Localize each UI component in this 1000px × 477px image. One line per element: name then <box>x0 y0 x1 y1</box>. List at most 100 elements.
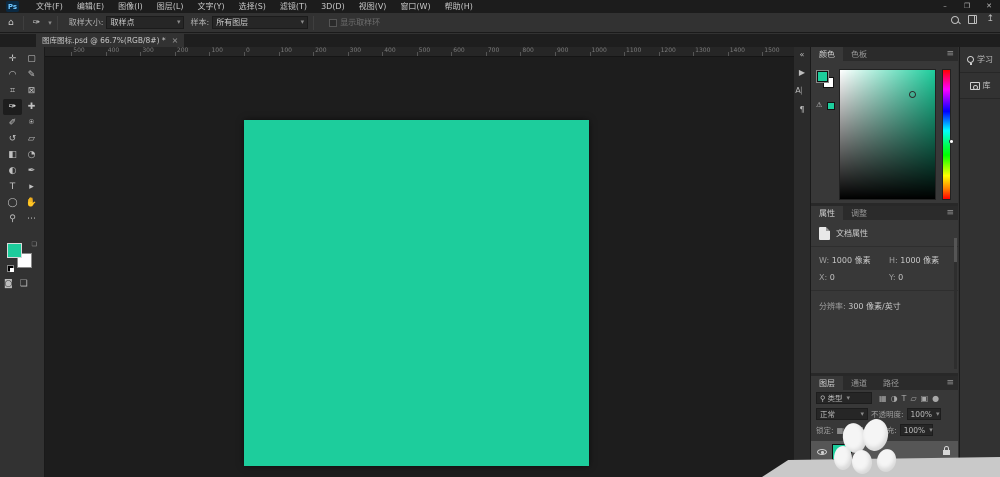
switch-colors-icon[interactable] <box>7 265 14 272</box>
document-artboard[interactable] <box>244 120 589 466</box>
move-tool[interactable]: ✛ <box>3 51 22 67</box>
foreground-color-swatch[interactable] <box>7 243 22 258</box>
blend-mode-select[interactable]: 正常▾ <box>816 408 868 420</box>
crop-tool[interactable]: ⌗ <box>3 83 22 99</box>
quick-selection-tool[interactable]: ✎ <box>22 67 41 83</box>
hand-tool[interactable]: ✋ <box>22 195 41 211</box>
layer-filter-select[interactable]: ⚲ 类型 ▾ <box>816 392 872 404</box>
menu-item-1[interactable]: 编辑(E) <box>70 0 111 13</box>
menu-item-6[interactable]: 滤镜(T) <box>273 0 314 13</box>
color-panel-header: 颜色色板 ≡ <box>811 47 958 61</box>
restore-button[interactable]: ❐ <box>956 0 978 13</box>
show-sampling-ring-checkbox[interactable]: 显示取样环 <box>329 17 380 28</box>
hue-slider-marker[interactable] <box>949 139 954 144</box>
smart-object-filter-icon[interactable]: ▣ <box>921 394 929 403</box>
panel-menu-icon[interactable]: ≡ <box>946 49 954 59</box>
opacity-select[interactable]: 100%▾ <box>907 408 941 420</box>
default-colors-icon[interactable]: ❏ <box>32 241 37 248</box>
panel-menu-icon[interactable]: ≡ <box>946 208 954 218</box>
type-filter-icon[interactable]: T <box>902 394 907 403</box>
edit-toolbar-button[interactable]: ⋯ <box>22 211 41 227</box>
tab-属性[interactable]: 属性 <box>811 206 843 220</box>
sample-select[interactable]: 所有图层▾ <box>212 16 308 29</box>
ellipse-tool[interactable]: ◯ <box>3 195 22 211</box>
saturation-brightness-field[interactable] <box>839 69 936 200</box>
document-tab[interactable]: 图库图标.psd @ 66.7%(RGB/8#) * × <box>36 34 184 47</box>
eyedropper-tool-icon[interactable]: ✑ <box>29 18 45 28</box>
close-button[interactable]: ✕ <box>978 0 1000 13</box>
history-brush-tool[interactable]: ↺ <box>3 131 22 147</box>
gamut-warning-swatch[interactable] <box>827 102 835 110</box>
hue-slider[interactable] <box>942 69 951 200</box>
eyedropper-tool[interactable]: ✑ <box>3 99 22 115</box>
search-icon[interactable] <box>951 16 959 24</box>
ruler-tick <box>175 52 176 56</box>
pixel-filter-icon[interactable]: ▦ <box>879 394 887 403</box>
ruler-tick <box>140 52 141 56</box>
history-panel-icon[interactable]: ▶ <box>795 68 810 77</box>
tab-色板[interactable]: 色板 <box>843 47 875 61</box>
ruler-tick <box>520 52 521 56</box>
tab-颜色[interactable]: 颜色 <box>811 47 843 61</box>
screen-mode-icon[interactable]: ❏ <box>20 279 28 289</box>
menu-item-0[interactable]: 文件(F) <box>29 0 70 13</box>
menu-item-9[interactable]: 窗口(W) <box>393 0 437 13</box>
expand-panels-icon[interactable]: « <box>795 50 810 59</box>
workspace-switcher-icon[interactable] <box>968 15 977 24</box>
mini-foreground-swatch[interactable] <box>817 71 828 82</box>
panel-menu-icon[interactable]: ≡ <box>946 378 954 388</box>
minimize-button[interactable]: – <box>934 0 956 13</box>
path-selection-tool[interactable]: ▸ <box>22 179 41 195</box>
fill-select[interactable]: 100%▾ <box>900 424 933 436</box>
libraries-panel[interactable]: 库 <box>960 73 1000 99</box>
brush-tool[interactable]: ✐ <box>3 115 22 131</box>
paragraph-panel-icon[interactable]: ¶ <box>795 105 810 114</box>
learn-panel[interactable]: 学习 <box>960 47 1000 73</box>
menu-item-2[interactable]: 图像(I) <box>111 0 150 13</box>
menu-item-7[interactable]: 3D(D) <box>314 0 352 13</box>
color-panel: 颜色色板 ≡ ⚠ <box>811 47 958 203</box>
gamut-warning-icon[interactable]: ⚠ <box>816 101 822 109</box>
ruler-tick-label: 0 <box>246 47 250 54</box>
tool-preset-caret-icon[interactable]: ▾ <box>48 19 52 27</box>
tab-通道[interactable]: 通道 <box>843 376 875 390</box>
ruler-tick-label: 900 <box>557 47 568 54</box>
zoom-tool[interactable]: ⚲ <box>3 211 22 227</box>
canvas-area[interactable]: 5004003002001000100200300400500600700800… <box>45 47 794 477</box>
right-rail: 学习库 <box>959 47 1000 477</box>
shape-filter-icon[interactable]: ▱ <box>910 394 916 403</box>
menu-item-8[interactable]: 视图(V) <box>352 0 394 13</box>
tab-图层[interactable]: 图层 <box>811 376 843 390</box>
toolbar-bottom: ◙ ❏ <box>4 279 28 289</box>
horizontal-ruler[interactable]: 5004003002001000100200300400500600700800… <box>45 47 794 57</box>
tab-close-icon[interactable]: × <box>172 36 179 45</box>
blur-tool[interactable]: ◔ <box>22 147 41 163</box>
eraser-tool[interactable]: ▱ <box>22 131 41 147</box>
rectangular-marquee-tool[interactable]: ▢ <box>22 51 41 67</box>
quick-mask-icon[interactable]: ◙ <box>4 279 13 289</box>
menu-item-4[interactable]: 文字(Y) <box>190 0 231 13</box>
tab-调整[interactable]: 调整 <box>843 206 875 220</box>
menu-item-3[interactable]: 图层(L) <box>150 0 191 13</box>
home-icon[interactable]: ⌂ <box>4 18 18 28</box>
layer-visibility-eye-icon[interactable] <box>817 449 827 455</box>
pen-tool[interactable]: ✒ <box>22 163 41 179</box>
menu-item-5[interactable]: 选择(S) <box>232 0 273 13</box>
character-panel-icon[interactable]: A⎸ <box>795 86 810 96</box>
gradient-tool[interactable]: ◧ <box>3 147 22 163</box>
spot-healing-brush-tool[interactable]: ✚ <box>22 99 41 115</box>
frame-tool[interactable]: ⊠ <box>22 83 41 99</box>
clone-stamp-tool[interactable]: ⍟ <box>22 115 41 131</box>
document-dimensions: W: 1000 像素H: 1000 像素X: 0Y: 0 <box>811 247 958 284</box>
scrollbar[interactable] <box>954 238 957 369</box>
adjustment-filter-icon[interactable]: ◑ <box>891 394 898 403</box>
menu-item-10[interactable]: 帮助(H) <box>438 0 480 13</box>
color-picker-marker[interactable] <box>909 91 916 98</box>
type-tool[interactable]: T <box>3 179 22 195</box>
tab-路径[interactable]: 路径 <box>875 376 907 390</box>
lasso-tool[interactable]: ◠ <box>3 67 22 83</box>
share-icon[interactable]: ↥ <box>986 15 994 24</box>
sample-size-select[interactable]: 取样点▾ <box>106 16 184 29</box>
dodge-tool[interactable]: ◐ <box>3 163 22 179</box>
filter-toggle-icon[interactable]: ● <box>932 394 939 403</box>
